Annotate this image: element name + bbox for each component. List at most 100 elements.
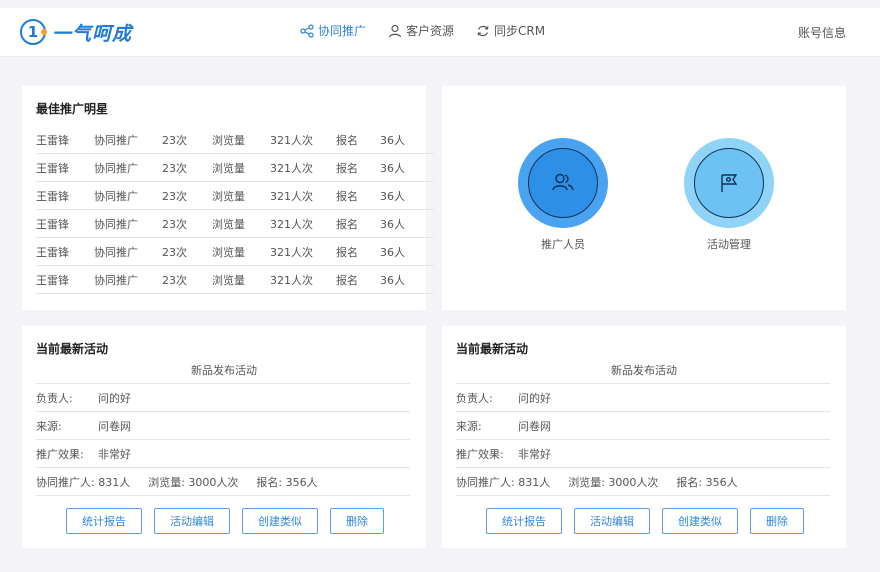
effect-label: 推广效果: — [456, 447, 504, 461]
table-row: 王雷锋 协同推广 23次 浏览量 321人次 报名 36人 — [36, 210, 434, 238]
promoter-name: 王雷锋 — [36, 189, 69, 203]
source-label: 来源: — [36, 419, 62, 433]
promo-count: 23次 — [162, 273, 187, 287]
channel: 协同推广 — [94, 161, 138, 175]
table-row: 王雷锋 协同推广 23次 浏览量 321人次 报名 36人 — [36, 154, 434, 182]
views-stat: 浏览量: 3000人次 — [148, 475, 239, 489]
card-title: 当前最新活动 — [36, 342, 109, 356]
promo-count: 23次 — [162, 133, 187, 147]
channel: 协同推广 — [94, 189, 138, 203]
effect-row: 推广效果: 非常好 — [36, 439, 410, 467]
views-count: 321人次 — [270, 189, 313, 203]
delete-button[interactable]: 删除 — [330, 508, 384, 534]
share-icon — [300, 23, 314, 38]
views-count: 321人次 — [270, 161, 313, 175]
signup-label: 报名 — [336, 217, 358, 231]
promoter-name: 王雷锋 — [36, 161, 69, 175]
channel: 协同推广 — [94, 245, 138, 259]
top-navigation-bar: 1 一气呵成 协同推广 客户资源 同步CRM 账号信息 — [0, 8, 880, 57]
activity-details: 负责人: 问的好 来源: 问卷网 推广效果: 非常好 协同推广人: 831人 浏… — [36, 383, 410, 496]
effect-row: 推广效果: 非常好 — [456, 439, 830, 467]
promo-count: 23次 — [162, 161, 187, 175]
channel: 协同推广 — [94, 133, 138, 147]
nav-label: 协同推广 — [318, 24, 367, 38]
signup-count: 36人 — [380, 245, 405, 259]
promoter-name: 王雷锋 — [36, 245, 69, 259]
promoter-name: 王雷锋 — [36, 217, 69, 231]
nav-label: 客户资源 — [406, 24, 455, 38]
account-info-link[interactable]: 账号信息 — [798, 24, 846, 41]
promoters-circle-inner — [528, 148, 598, 218]
signup-count: 36人 — [380, 273, 405, 287]
source-label: 来源: — [456, 419, 482, 433]
source-value: 问卷网 — [98, 419, 131, 433]
activity-name: 新品发布活动 — [191, 364, 257, 377]
views-count: 321人次 — [270, 217, 313, 231]
signup-count: 36人 — [380, 217, 405, 231]
latest-activity-card: 当前最新活动 新品发布活动 负责人: 问的好 来源: 问卷网 推广效果: 非常好… — [442, 326, 846, 548]
logo-mark: 1 — [20, 19, 47, 45]
card-title: 最佳推广明星 — [36, 102, 109, 116]
flag-icon — [721, 174, 738, 192]
co-promoters-stat: 协同推广人: 831人 — [456, 475, 551, 489]
nav-item-customer-resources[interactable]: 客户资源 — [388, 22, 454, 39]
app-logo[interactable]: 1 一气呵成 — [20, 18, 132, 46]
owner-row: 负责人: 问的好 — [456, 383, 830, 411]
views-stat: 浏览量: 3000人次 — [568, 475, 659, 489]
edit-activity-button[interactable]: 活动编辑 — [154, 508, 230, 534]
main-nav: 协同推广 客户资源 同步CRM — [300, 22, 545, 39]
edit-activity-button[interactable]: 活动编辑 — [574, 508, 650, 534]
card-title: 当前最新活动 — [456, 342, 529, 356]
views-label: 浏览量 — [212, 217, 245, 231]
views-count: 321人次 — [270, 245, 313, 259]
promoters-label: 推广人员 — [541, 238, 585, 251]
signup-label: 报名 — [336, 273, 358, 287]
table-row: 王雷锋 协同推广 23次 浏览量 321人次 报名 36人 — [36, 238, 434, 266]
promoter-name: 王雷锋 — [36, 273, 69, 287]
signups-stat: 报名: 356人 — [256, 475, 318, 489]
promoters-circle — [518, 138, 608, 228]
stats-report-button[interactable]: 统计报告 — [486, 508, 562, 534]
views-count: 321人次 — [270, 133, 313, 147]
user-icon — [388, 24, 402, 37]
delete-button[interactable]: 删除 — [750, 508, 804, 534]
activity-name: 新品发布活动 — [611, 364, 677, 377]
source-row: 来源: 问卷网 — [36, 411, 410, 439]
sync-icon — [477, 25, 489, 36]
owner-label: 负责人: — [456, 391, 493, 405]
users-icon — [552, 173, 574, 191]
signup-label: 报名 — [336, 189, 358, 203]
activities-circle — [684, 138, 774, 228]
activity-details: 负责人: 问的好 来源: 问卷网 推广效果: 非常好 协同推广人: 831人 浏… — [456, 383, 830, 496]
create-similar-button[interactable]: 创建类似 — [242, 508, 318, 534]
create-similar-button[interactable]: 创建类似 — [662, 508, 738, 534]
stats-report-button[interactable]: 统计报告 — [66, 508, 142, 534]
source-value: 问卷网 — [518, 419, 551, 433]
views-label: 浏览量 — [212, 189, 245, 203]
signup-label: 报名 — [336, 161, 358, 175]
views-label: 浏览量 — [212, 273, 245, 287]
signup-count: 36人 — [380, 189, 405, 203]
activity-management-button[interactable]: 活动管理 — [684, 138, 774, 252]
channel: 协同推广 — [94, 273, 138, 287]
nav-item-sync-crm[interactable]: 同步CRM — [476, 22, 545, 39]
effect-value: 非常好 — [518, 447, 551, 461]
signup-label: 报名 — [336, 133, 358, 147]
activities-circle-inner — [694, 148, 764, 218]
nav-item-collaborative-promotion[interactable]: 协同推广 — [300, 22, 366, 39]
views-label: 浏览量 — [212, 245, 245, 259]
promo-count: 23次 — [162, 245, 187, 259]
stats-row: 协同推广人: 831人 浏览量: 3000人次 报名: 356人 — [456, 467, 830, 496]
source-row: 来源: 问卷网 — [456, 411, 830, 439]
nav-label: 同步CRM — [494, 24, 546, 38]
promoter-table: 王雷锋 协同推广 23次 浏览量 321人次 报名 36人 王雷锋 协同推广 23次 浏览量 321人… — [36, 126, 434, 294]
owner-row: 负责人: 问的好 — [36, 383, 410, 411]
latest-activity-card: 当前最新活动 新品发布活动 负责人: 问的好 来源: 问卷网 推广效果: 非常好… — [22, 326, 426, 548]
table-row: 王雷锋 协同推广 23次 浏览量 321人次 报名 36人 — [36, 266, 434, 294]
effect-label: 推广效果: — [36, 447, 84, 461]
promoters-button[interactable]: 推广人员 — [518, 138, 608, 252]
channel: 协同推广 — [94, 217, 138, 231]
table-row: 王雷锋 协同推广 23次 浏览量 321人次 报名 36人 — [36, 126, 434, 154]
quick-actions-card: 推广人员 活动管理 — [442, 86, 846, 310]
logo-text: 一气呵成 — [52, 22, 133, 45]
